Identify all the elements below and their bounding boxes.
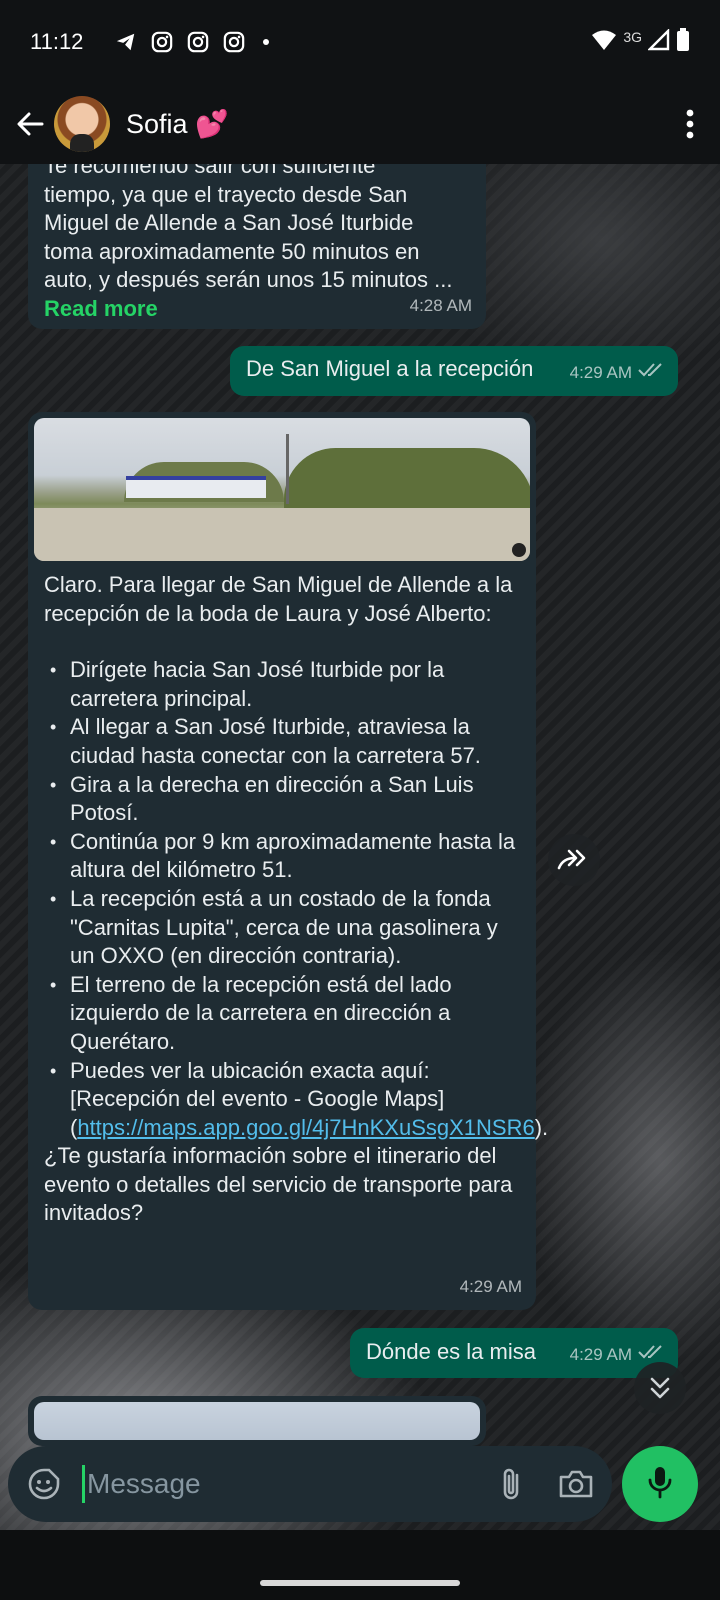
emoji-button[interactable] bbox=[22, 1462, 66, 1506]
list-item: Gira a la derecha en dirección a San Lui… bbox=[44, 771, 520, 828]
maps-link[interactable]: https://maps.app.goo.gl/4j7HnKXuSsgX1NSR… bbox=[77, 1115, 534, 1140]
message-composer bbox=[8, 1446, 612, 1522]
read-more-link[interactable]: Read more bbox=[44, 295, 470, 324]
message-line: Miguel de Allende a San José Iturbide bbox=[44, 210, 414, 236]
avatar[interactable] bbox=[54, 96, 110, 152]
message-intro: Claro. Para llegar de San Miguel de Alle… bbox=[44, 572, 513, 626]
message-line: auto, y después serán unos 15 minutos ..… bbox=[44, 267, 453, 293]
list-item: La recepción está a un costado de la fon… bbox=[44, 885, 520, 971]
message-line: tiempo, ya que el trayecto desde San bbox=[44, 181, 408, 207]
system-status-icons: 3G bbox=[591, 27, 690, 57]
status-clock: 11:12 bbox=[30, 29, 84, 54]
message-bubble-incoming[interactable]: Te recomiendo salir con suficiente tiemp… bbox=[28, 150, 486, 329]
message-question: ¿Te gustaría información sobre el itiner… bbox=[44, 1143, 513, 1226]
instagram-icon bbox=[187, 31, 209, 53]
microphone-icon bbox=[647, 1465, 673, 1504]
list-item: Al llegar a San José Iturbide, atraviesa… bbox=[44, 713, 520, 770]
message-timestamp: 4:29 AM bbox=[459, 1277, 522, 1297]
list-item: Continúa por 9 km aproximadamente hasta … bbox=[44, 828, 520, 885]
message-input[interactable] bbox=[85, 1468, 470, 1500]
message-image[interactable] bbox=[34, 418, 530, 561]
contact-name[interactable]: Sofia 💕 bbox=[126, 108, 229, 140]
message-text: De San Miguel a la recepción bbox=[246, 356, 534, 381]
double-check-icon bbox=[638, 359, 664, 388]
attach-button[interactable] bbox=[490, 1462, 534, 1506]
instagram-icon bbox=[151, 31, 173, 53]
notification-dot-icon bbox=[263, 39, 270, 45]
telegram-icon bbox=[115, 31, 137, 53]
message-timestamp: 4:28 AM bbox=[409, 296, 472, 316]
battery-icon bbox=[676, 27, 690, 57]
list-item: Dirígete hacia San José Iturbide por la … bbox=[44, 656, 520, 713]
more-options-button[interactable] bbox=[670, 104, 710, 144]
message-image[interactable] bbox=[34, 1402, 480, 1440]
back-button[interactable] bbox=[10, 104, 50, 144]
home-gesture-bar[interactable] bbox=[260, 1580, 460, 1586]
message-text: Dónde es la misa bbox=[366, 1339, 536, 1364]
wifi-icon bbox=[591, 29, 617, 56]
list-item: El terreno de la recepción está del lado… bbox=[44, 971, 520, 1057]
network-type: 3G bbox=[623, 29, 642, 45]
notification-icons bbox=[115, 31, 270, 53]
message-bubble-incoming[interactable] bbox=[28, 1396, 486, 1446]
chat-header: Sofia 💕 bbox=[0, 84, 720, 164]
status-bar: 11:12 3G bbox=[0, 0, 720, 84]
scroll-to-bottom-button[interactable] bbox=[634, 1362, 686, 1414]
system-nav-area bbox=[0, 1530, 720, 1600]
voice-message-button[interactable] bbox=[622, 1446, 698, 1522]
message-bubble-incoming[interactable]: Claro. Para llegar de San Miguel de Alle… bbox=[28, 412, 548, 1310]
directions-list: Dirígete hacia San José Iturbide por la … bbox=[44, 656, 548, 1143]
camera-button[interactable] bbox=[554, 1462, 598, 1506]
message-bubble-outgoing[interactable]: Dónde es la misa 4:29 AM bbox=[350, 1328, 678, 1378]
message-bubble-outgoing[interactable]: De San Miguel a la recepción 4:29 AM bbox=[230, 346, 678, 396]
list-item: Puedes ver la ubicación exacta aquí: [Re… bbox=[44, 1057, 548, 1143]
message-timestamp: 4:29 AM bbox=[570, 359, 664, 388]
forward-button[interactable] bbox=[548, 834, 600, 886]
signal-icon bbox=[647, 27, 670, 56]
message-line: toma aproximadamente 50 minutos en bbox=[44, 238, 420, 264]
instagram-icon bbox=[223, 31, 245, 53]
street-view-icon bbox=[512, 543, 526, 557]
